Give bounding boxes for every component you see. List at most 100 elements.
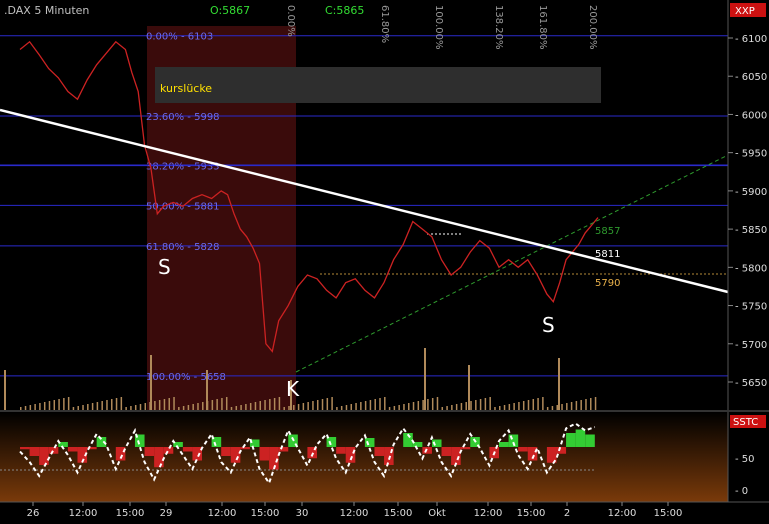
- volume-bar: [43, 402, 46, 410]
- marker-s-left: S: [158, 255, 171, 279]
- volume-bar: [532, 399, 535, 410]
- volume-bar: [465, 402, 467, 410]
- volume-bar: [580, 400, 582, 410]
- volume-bar: [316, 400, 319, 410]
- histo-bar-neg: [345, 447, 356, 463]
- kurslucke-box: [155, 67, 601, 103]
- fib-top-label: 61.80%: [379, 5, 390, 43]
- volume-bar: [585, 399, 587, 410]
- volume-bar: [513, 403, 515, 410]
- volume-bar: [82, 405, 84, 410]
- volume-bar: [144, 403, 147, 410]
- histo-bar-neg: [39, 447, 49, 465]
- y-tick-label: - 5900: [735, 187, 767, 198]
- histo-bar-neg: [144, 447, 155, 456]
- histo-bar-neg: [374, 447, 385, 456]
- volume-bar: [187, 405, 190, 410]
- volume-bar: [72, 407, 75, 410]
- volume-bar: [407, 403, 410, 410]
- histo-bar-pos: [364, 438, 375, 447]
- volume-bar: [259, 401, 262, 410]
- open-value: O:5867: [210, 4, 250, 17]
- x-tick-label: 26: [27, 508, 40, 519]
- sstc-label: SSTC: [733, 417, 758, 428]
- x-tick-label: 2: [564, 508, 570, 519]
- volume-bar: [245, 404, 247, 410]
- volume-bar: [398, 405, 400, 410]
- volume-bar: [455, 404, 458, 410]
- volume-bar: [264, 400, 266, 410]
- volume-bar: [120, 397, 123, 410]
- volume-bar: [321, 399, 324, 410]
- volume-spike: [424, 348, 426, 410]
- volume-bar: [53, 400, 56, 410]
- volume-bar: [307, 402, 309, 410]
- volume-bar: [178, 407, 180, 410]
- volume-bar: [527, 400, 530, 410]
- y-tick-label: - 6000: [735, 110, 767, 121]
- y-tick-label: - 5650: [735, 378, 767, 389]
- fib-top-label: 161.80%: [537, 5, 548, 50]
- histo-bar-neg: [20, 447, 30, 450]
- volume-bar: [154, 401, 156, 410]
- xxp-label: XXP: [735, 6, 755, 17]
- volume-bar: [326, 398, 329, 410]
- volume-bar: [379, 398, 381, 410]
- fib-top-label: 200.00%: [587, 5, 598, 50]
- volume-spike: [468, 365, 470, 410]
- volume-bar: [58, 399, 60, 410]
- volume-bar: [101, 401, 103, 410]
- marker-s-right: S: [542, 313, 555, 337]
- volume-bar: [494, 407, 496, 410]
- histo-bar-pos: [499, 442, 509, 447]
- histo-bar-neg: [336, 447, 346, 454]
- volume-bar: [503, 405, 506, 410]
- volume-bar: [384, 397, 386, 410]
- volume-bar: [254, 402, 257, 410]
- tag-5790: 5790: [595, 278, 620, 289]
- volume-bar: [106, 400, 108, 410]
- volume-bar: [489, 397, 491, 410]
- y-tick-label: - 5750: [735, 302, 767, 313]
- volume-bar: [77, 406, 79, 410]
- y-tick-label: - 5800: [735, 263, 767, 274]
- volume-bar: [422, 400, 424, 410]
- histo-bar-neg: [460, 447, 471, 450]
- chart-window: kurslücke 0.00% - 6103 23.60% - 5998 38.20…: [0, 0, 769, 520]
- volume-bar: [67, 397, 70, 410]
- volume-bar: [537, 398, 539, 410]
- volume-bar: [139, 404, 142, 410]
- x-tick-label: 15:00: [517, 508, 546, 519]
- volume-bar: [158, 400, 161, 410]
- volume-bar: [283, 407, 285, 410]
- volume-bar: [24, 406, 27, 410]
- volume-bar: [173, 397, 175, 410]
- volume-bar: [168, 398, 170, 410]
- volume-bar: [561, 404, 563, 410]
- volume-bar: [431, 398, 434, 410]
- volume-bar: [479, 399, 482, 410]
- volume-bar: [403, 404, 405, 410]
- volume-bar: [522, 401, 525, 410]
- histo-bar-pos: [575, 429, 586, 447]
- volume-bar: [575, 401, 578, 410]
- volume-bar: [269, 399, 271, 410]
- fib-label: 23.60% - 5998: [146, 112, 220, 123]
- volume-bar: [590, 398, 592, 410]
- volume-bar: [484, 398, 487, 410]
- histo-bar-neg: [154, 447, 164, 468]
- volume-bar: [499, 406, 501, 410]
- volume-bar: [546, 407, 549, 410]
- volume-bar: [29, 405, 32, 410]
- x-tick-label: 12:00: [69, 508, 98, 519]
- x-tick-label: 12:00: [608, 508, 637, 519]
- volume-bar: [508, 404, 511, 410]
- tag-5857: 5857: [595, 226, 620, 237]
- volume-bar: [221, 398, 223, 410]
- volume-bar: [475, 400, 477, 410]
- fib-label: 61.80% - 5828: [146, 242, 220, 253]
- volume-bar: [230, 407, 233, 410]
- marker-k: K: [286, 377, 300, 401]
- osc-tick-label: - 0: [735, 486, 748, 497]
- volume-bar: [355, 403, 357, 410]
